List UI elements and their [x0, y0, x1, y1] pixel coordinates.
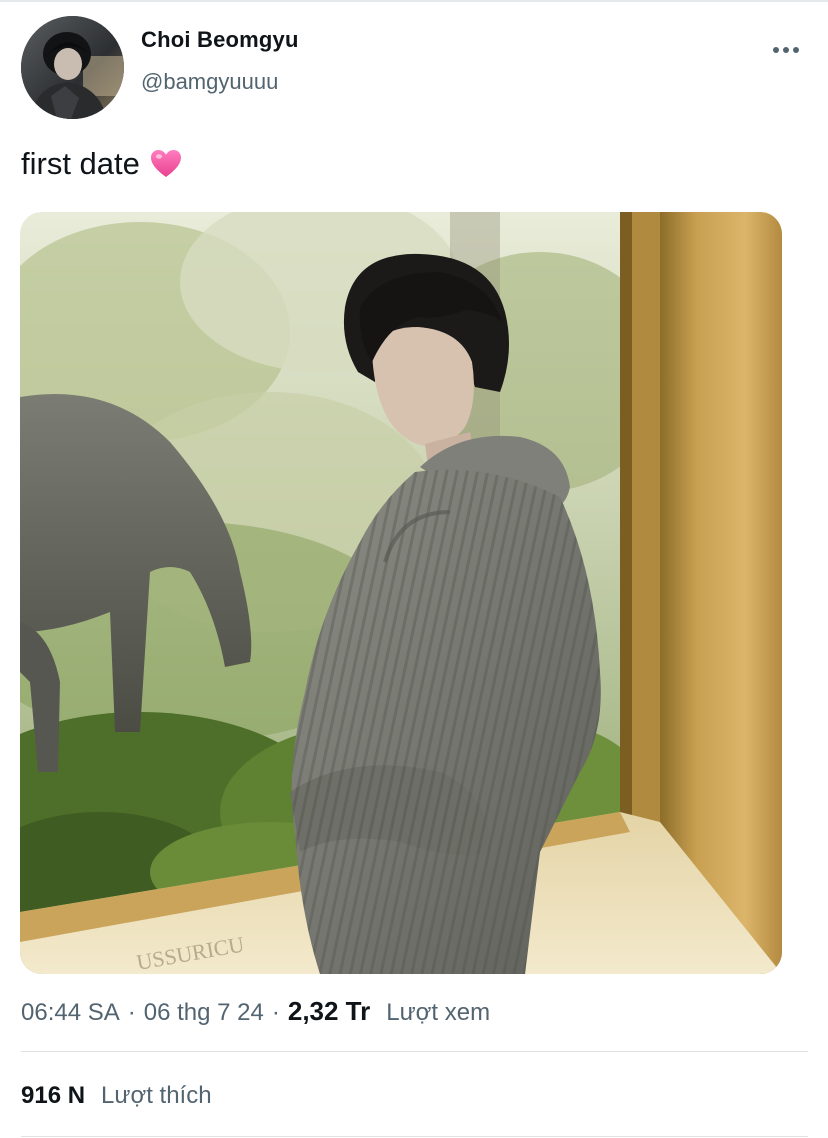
likes-label: Lượt thích — [101, 1082, 212, 1109]
more-horizontal-icon — [773, 47, 799, 53]
avatar[interactable] — [21, 16, 124, 119]
tweet-meta: 06:44 SA · 06 thg 7 24 · 2,32 Tr Lượt xe… — [21, 996, 490, 1027]
likes-stat[interactable]: 916 N Lượt thích — [21, 1082, 212, 1110]
pink-heart-icon — [150, 150, 181, 177]
tweet-photo[interactable]: USSURICU — [20, 212, 782, 974]
meta-separator: · — [127, 999, 136, 1026]
meta-separator: · — [271, 999, 280, 1026]
user-handle[interactable]: @bamgyuuuu — [141, 69, 278, 95]
divider — [21, 1051, 808, 1052]
display-name[interactable]: Choi Beomgyu — [141, 27, 299, 53]
likes-count: 916 N — [21, 1082, 86, 1109]
divider — [21, 1136, 808, 1137]
tweet-time[interactable]: 06:44 SA — [21, 999, 120, 1027]
tweet-text: first date — [21, 146, 182, 182]
more-options-button[interactable] — [768, 36, 804, 64]
tweet-date[interactable]: 06 thg 7 24 — [144, 999, 264, 1027]
views-label: Lượt xem — [386, 999, 491, 1026]
tweet-text-content: first date — [21, 146, 140, 181]
views-count: 2,32 Tr — [287, 996, 371, 1026]
photo-image: USSURICU — [20, 212, 782, 974]
top-divider — [0, 0, 828, 2]
